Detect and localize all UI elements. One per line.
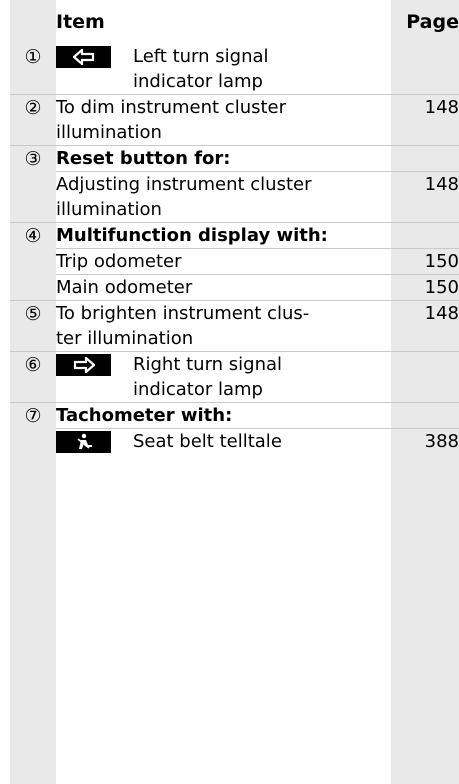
row-text: Seat belt telltale xyxy=(133,431,282,452)
legend-table: Item Page ① Left turn signal indicator l… xyxy=(10,0,459,454)
callout-number: ② xyxy=(24,97,42,119)
row-text: To brighten instrument clus- ter illumin… xyxy=(56,303,310,349)
row-text: Right turn signal indicator lamp xyxy=(133,354,283,400)
row-page xyxy=(391,44,459,95)
row-text: Adjusting instrument cluster illuminatio… xyxy=(56,174,312,220)
row-page xyxy=(391,402,459,429)
table-row: Adjusting instrument cluster illuminatio… xyxy=(10,171,459,223)
header-num xyxy=(10,0,56,44)
table-row: Trip odometer 150 xyxy=(10,248,459,275)
table-row: ③ Reset button for: xyxy=(10,145,459,172)
header-item: Item xyxy=(56,0,391,44)
row-page: 148 xyxy=(391,94,459,146)
header-row: Item Page xyxy=(10,0,459,44)
row-page xyxy=(391,145,459,172)
table-row: ⑤ To brighten instrument clus- ter illum… xyxy=(10,300,459,352)
row-heading: Reset button for: xyxy=(56,148,231,169)
table-row: ① Left turn signal indicator lamp xyxy=(10,44,459,95)
row-text: To dim instrument cluster illumination xyxy=(56,97,287,143)
row-page: 388 xyxy=(391,428,459,454)
row-text: Left turn signal indicator lamp xyxy=(133,46,269,92)
callout-number: ⑤ xyxy=(24,303,42,325)
left-arrow-icon xyxy=(56,46,111,68)
row-page: 148 xyxy=(391,171,459,223)
table-row: Main odometer 150 xyxy=(10,274,459,301)
row-page: 148 xyxy=(391,300,459,352)
callout-number: ④ xyxy=(24,225,42,247)
table-row: ② To dim instrument cluster illumination… xyxy=(10,94,459,146)
row-page: 150 xyxy=(391,248,459,275)
table-row: ⑦ Tachometer with: xyxy=(10,402,459,429)
right-arrow-icon xyxy=(56,354,111,376)
table-row: ④ Multifunction display with: xyxy=(10,222,459,249)
callout-number: ③ xyxy=(24,148,42,170)
row-text: Main odometer xyxy=(56,277,193,298)
row-page xyxy=(391,222,459,249)
row-heading: Multifunction display with: xyxy=(56,225,328,246)
table-row: Seat belt telltale 388 xyxy=(10,428,459,454)
callout-number: ⑥ xyxy=(24,354,42,376)
header-page: Page xyxy=(406,11,459,33)
callout-number: ⑦ xyxy=(24,405,42,427)
row-text: Trip odometer xyxy=(56,251,182,272)
callout-number: ① xyxy=(24,46,42,68)
table-row: ⑥ Right turn signal indicator lamp xyxy=(10,351,459,403)
row-heading: Tachometer with: xyxy=(56,405,233,426)
seat-belt-icon xyxy=(56,431,111,453)
row-page xyxy=(391,351,459,403)
row-page: 150 xyxy=(391,274,459,301)
